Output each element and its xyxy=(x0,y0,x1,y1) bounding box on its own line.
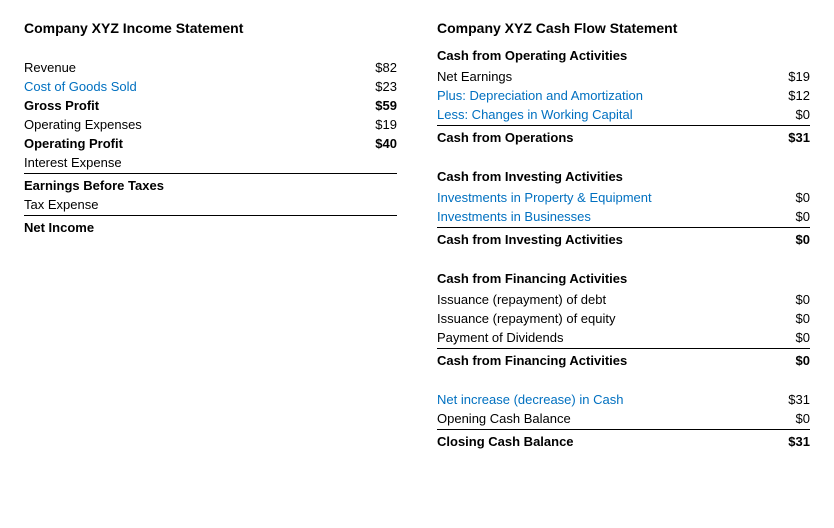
operating-section: Cash from Operating Activities Net Earni… xyxy=(437,48,810,147)
table-row: Plus: Depreciation and Amortization$12 xyxy=(437,86,810,105)
row-label: Opening Cash Balance xyxy=(437,411,770,426)
row-label: Payment of Dividends xyxy=(437,330,770,345)
row-value: $82 xyxy=(357,60,397,75)
row-label: Less: Changes in Working Capital xyxy=(437,107,770,122)
income-title: Company XYZ Income Statement xyxy=(24,20,397,36)
table-row: Opening Cash Balance$0 xyxy=(437,409,810,430)
cashflow-title: Company XYZ Cash Flow Statement xyxy=(437,20,810,36)
row-label: Earnings Before Taxes xyxy=(24,178,357,193)
investing-section: Cash from Investing Activities Investmen… xyxy=(437,169,810,249)
table-row: Issuance (repayment) of equity$0 xyxy=(437,309,810,328)
row-value: $0 xyxy=(770,107,810,122)
row-label: Plus: Depreciation and Amortization xyxy=(437,88,770,103)
table-row: Investments in Property & Equipment$0 xyxy=(437,188,810,207)
row-value: $12 xyxy=(770,88,810,103)
table-row: Investments in Businesses$0 xyxy=(437,207,810,228)
table-row: Net Income xyxy=(24,218,397,237)
row-label: Interest Expense xyxy=(24,155,357,170)
operating-title: Cash from Operating Activities xyxy=(437,48,810,63)
table-row: Cost of Goods Sold$23 xyxy=(24,77,397,96)
row-value: $0 xyxy=(770,190,810,205)
row-value: $31 xyxy=(770,130,810,145)
row-label: Operating Profit xyxy=(24,136,357,151)
row-label: Investments in Property & Equipment xyxy=(437,190,770,205)
row-value: $0 xyxy=(770,292,810,307)
table-row: Issuance (repayment) of debt$0 xyxy=(437,290,810,309)
row-label: Operating Expenses xyxy=(24,117,357,132)
row-value: $19 xyxy=(357,117,397,132)
row-value: $31 xyxy=(770,434,810,449)
investing-title: Cash from Investing Activities xyxy=(437,169,810,184)
table-row: Gross Profit$59 xyxy=(24,96,397,115)
table-row: Revenue$82 xyxy=(24,58,397,77)
row-value: $0 xyxy=(770,209,810,224)
row-label: Cash from Investing Activities xyxy=(437,232,770,247)
row-label: Cost of Goods Sold xyxy=(24,79,357,94)
row-label: Net Earnings xyxy=(437,69,770,84)
financing-title: Cash from Financing Activities xyxy=(437,271,810,286)
table-row: Net increase (decrease) in Cash$31 xyxy=(437,390,810,409)
row-label: Investments in Businesses xyxy=(437,209,770,224)
row-value: $0 xyxy=(770,353,810,368)
table-row: Tax Expense xyxy=(24,195,397,216)
table-row: Less: Changes in Working Capital$0 xyxy=(437,105,810,126)
row-value: $0 xyxy=(770,330,810,345)
table-row: Cash from Financing Activities$0 xyxy=(437,351,810,370)
row-label: Cash from Financing Activities xyxy=(437,353,770,368)
row-label: Cash from Operations xyxy=(437,130,770,145)
row-label: Gross Profit xyxy=(24,98,357,113)
table-row: Operating Expenses$19 xyxy=(24,115,397,134)
row-value: $0 xyxy=(770,232,810,247)
table-row: Interest Expense xyxy=(24,153,397,174)
table-row: Cash from Operations$31 xyxy=(437,128,810,147)
row-value: $0 xyxy=(770,411,810,426)
row-value: $23 xyxy=(357,79,397,94)
row-label: Issuance (repayment) of equity xyxy=(437,311,770,326)
table-row: Payment of Dividends$0 xyxy=(437,328,810,349)
table-row: Operating Profit$40 xyxy=(24,134,397,153)
table-row: Cash from Investing Activities$0 xyxy=(437,230,810,249)
table-row: Net Earnings$19 xyxy=(437,67,810,86)
row-value: $19 xyxy=(770,69,810,84)
row-label: Net increase (decrease) in Cash xyxy=(437,392,770,407)
row-label: Closing Cash Balance xyxy=(437,434,770,449)
table-row: Closing Cash Balance$31 xyxy=(437,432,810,451)
row-value: $40 xyxy=(357,136,397,151)
cashflow-statement: Company XYZ Cash Flow Statement Cash fro… xyxy=(437,20,810,451)
row-label: Net Income xyxy=(24,220,357,235)
row-value: $59 xyxy=(357,98,397,113)
table-row: Earnings Before Taxes xyxy=(24,176,397,195)
row-label: Tax Expense xyxy=(24,197,357,212)
income-statement: Company XYZ Income Statement Revenue$82C… xyxy=(24,20,397,451)
net-section: Net increase (decrease) in Cash$31Openin… xyxy=(437,390,810,451)
row-label: Issuance (repayment) of debt xyxy=(437,292,770,307)
financing-section: Cash from Financing Activities Issuance … xyxy=(437,271,810,370)
row-value: $0 xyxy=(770,311,810,326)
row-label: Revenue xyxy=(24,60,357,75)
row-value: $31 xyxy=(770,392,810,407)
